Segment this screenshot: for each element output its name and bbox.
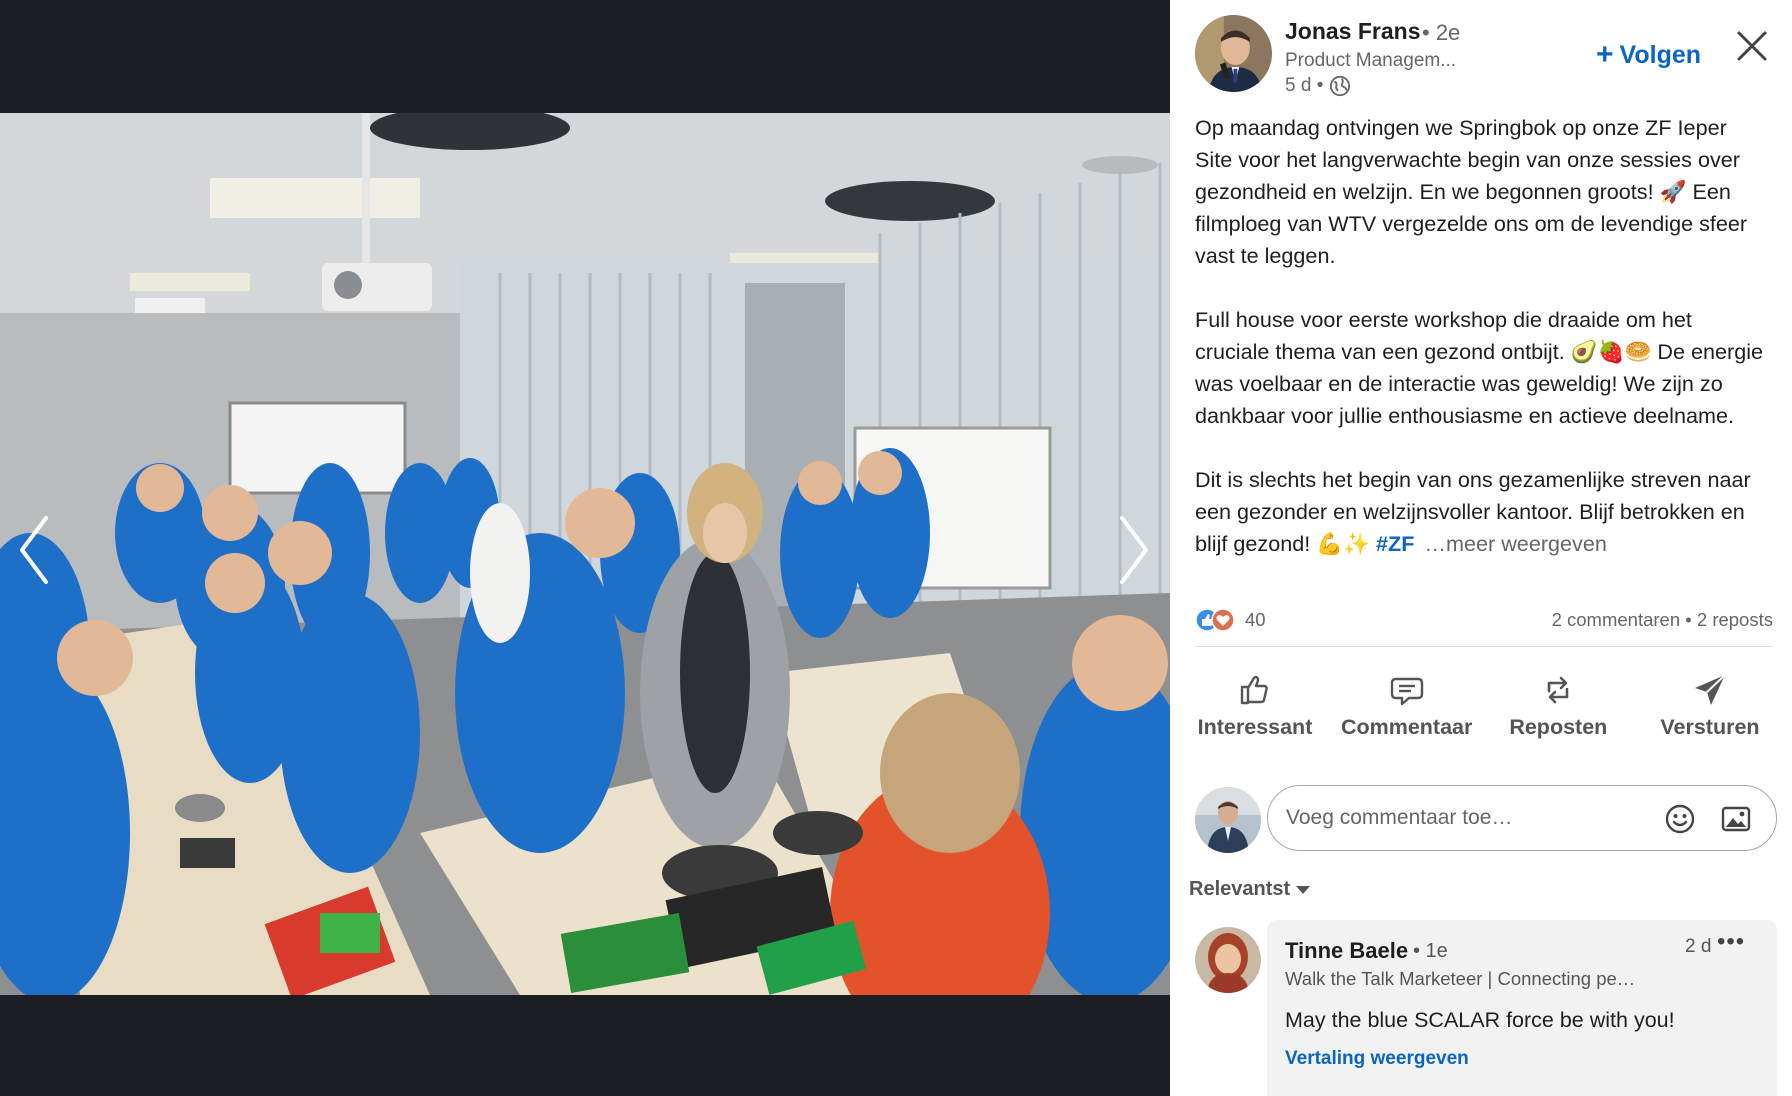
comment-box[interactable] [1267, 785, 1777, 851]
chevron-right-icon [1120, 516, 1148, 584]
close-icon[interactable] [1734, 28, 1770, 64]
comment-card: Tinne Baele • 1e 2 d ••• Walk the Talk M… [1267, 920, 1777, 1096]
send-label: Versturen [1660, 714, 1760, 739]
current-user-portrait [1195, 787, 1261, 853]
image-icon[interactable] [1720, 803, 1752, 835]
comment-label: Commentaar [1340, 714, 1473, 739]
sort-label: Relevantst [1189, 878, 1291, 900]
engagement-links: 2 commentaren • 2 reposts [1552, 609, 1773, 631]
comment-author-portrait [1195, 927, 1261, 993]
social-counts: 40 2 commentaren • 2 reposts [1195, 605, 1773, 635]
connection-degree: • 2e [1422, 20, 1461, 45]
post-paragraph-2: Full house voor eerste workshop die draa… [1195, 307, 1764, 428]
comment-author-headline: Walk the Talk Marketeer | Connecting pe… [1285, 968, 1636, 989]
comment-more-options-button[interactable]: ••• [1717, 928, 1745, 956]
comment-author-degree: • 1e [1413, 940, 1448, 962]
author-headline: Product Managem... [1285, 50, 1457, 71]
divider [1195, 646, 1773, 647]
paper-plane-icon [1694, 673, 1726, 705]
comment-text: May the blue SCALAR force be with you! [1285, 1008, 1675, 1032]
author-avatar[interactable] [1195, 15, 1272, 92]
post-paragraph-1: Op maandag ontvingen we Springbok op onz… [1195, 115, 1748, 268]
post-timestamp: 5 d • [1285, 75, 1324, 96]
post-detail-panel: Jonas Frans • 2e Product Managem... 5 d … [1170, 0, 1792, 1096]
action-bar: Interessant Commentaar Reposten Versture… [1180, 660, 1785, 750]
author-portrait [1195, 15, 1272, 92]
comment-author-avatar[interactable] [1195, 927, 1261, 993]
comment-button[interactable]: Commentaar [1332, 660, 1482, 750]
follow-label: Volgen [1619, 40, 1702, 69]
send-button[interactable]: Versturen [1635, 660, 1785, 750]
reaction-icons [1195, 608, 1239, 632]
sort-dropdown[interactable]: Relevantst [1189, 878, 1311, 901]
reactions-summary[interactable]: 40 [1195, 608, 1266, 632]
globe-icon [1330, 75, 1351, 97]
chevron-left-icon [20, 516, 48, 584]
thumbs-up-icon [1240, 675, 1268, 704]
post-meta: 5 d • [1285, 75, 1351, 97]
comments-count-link[interactable]: 2 commentaren [1552, 609, 1681, 630]
author-name[interactable]: Jonas Frans [1285, 18, 1421, 45]
media-viewer [0, 0, 1170, 1096]
reposts-count-link[interactable]: 2 reposts [1697, 609, 1773, 630]
speech-bubble-icon [1390, 677, 1423, 705]
next-image-button[interactable] [1104, 500, 1164, 600]
follow-button[interactable]: + Volgen [1596, 40, 1701, 70]
plus-icon: + [1596, 38, 1614, 71]
comment-input[interactable] [1286, 806, 1646, 830]
repost-label: Reposten [1509, 714, 1608, 739]
love-reaction-icon [1211, 608, 1235, 632]
like-label: Interessant [1197, 714, 1313, 739]
repost-icon [1548, 676, 1569, 703]
post-text: Op maandag ontvingen we Springbok op onz… [1195, 112, 1765, 560]
see-more-link[interactable]: …meer weergeven [1424, 531, 1606, 556]
comment-author-name[interactable]: Tinne Baele [1285, 938, 1408, 964]
separator-dot: • [1685, 609, 1692, 630]
workshop-photo-illustration [0, 113, 1170, 995]
previous-image-button[interactable] [4, 500, 64, 600]
current-user-avatar [1195, 787, 1261, 853]
show-translation-link[interactable]: Vertaling weergeven [1285, 1048, 1469, 1070]
caret-down-icon [1296, 885, 1311, 894]
repost-button[interactable]: Reposten [1483, 660, 1633, 750]
post-paragraph-3: Dit is slechts het begin van ons gezamen… [1195, 464, 1765, 560]
post-photo [0, 113, 1170, 995]
like-button[interactable]: Interessant [1180, 660, 1330, 750]
smiley-icon[interactable] [1664, 803, 1696, 835]
reaction-count: 40 [1245, 609, 1266, 630]
hashtag-link[interactable]: #ZF [1376, 531, 1414, 556]
comment-timestamp: 2 d [1685, 936, 1712, 957]
